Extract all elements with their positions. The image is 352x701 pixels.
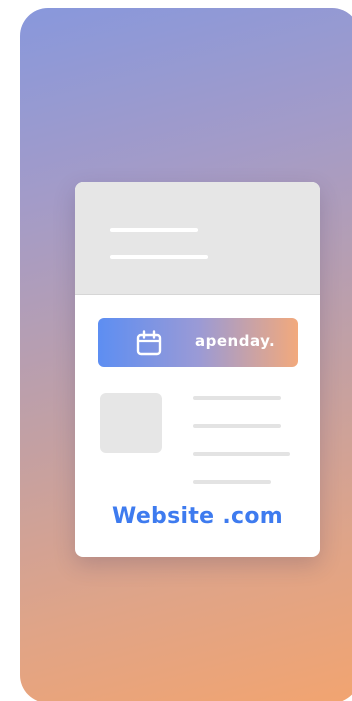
booking-banner: apenday. [98, 318, 298, 367]
text-placeholder-line [193, 480, 271, 484]
text-placeholder-line [193, 452, 290, 456]
website-label: Website .com [112, 504, 283, 529]
illustration-canvas: apenday. Website .com [0, 0, 352, 701]
calendar-icon [136, 330, 162, 356]
header-placeholder-line [110, 228, 198, 232]
website-mockup-card: apenday. Website .com [75, 182, 320, 557]
mockup-header [75, 182, 320, 295]
text-placeholder-line [193, 396, 281, 400]
image-placeholder [100, 393, 162, 453]
header-placeholder-line [110, 255, 208, 259]
brand-name: apenday. [195, 332, 276, 350]
text-placeholder-line [193, 424, 281, 428]
